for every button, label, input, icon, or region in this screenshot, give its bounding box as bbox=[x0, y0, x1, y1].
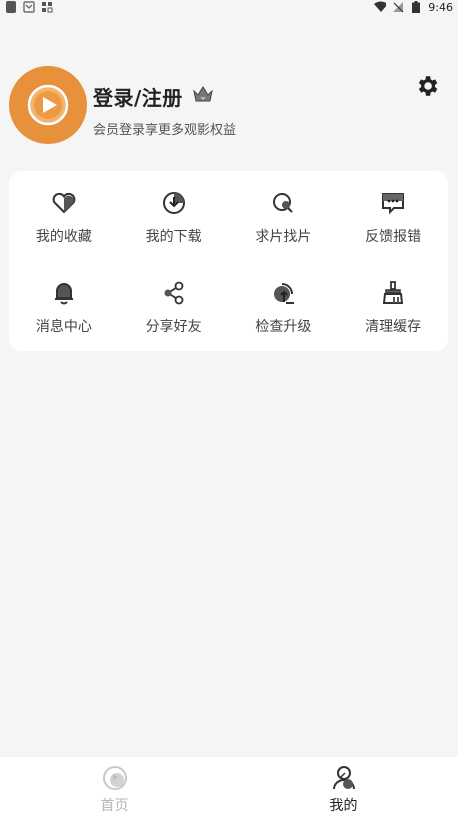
battery-icon bbox=[410, 1, 422, 13]
menu-item-label: 分享好友 bbox=[145, 319, 202, 335]
menu-item-label: 求片找片 bbox=[255, 229, 312, 245]
broom-icon bbox=[379, 279, 407, 307]
nav-mine[interactable]: 我的 bbox=[229, 757, 458, 820]
status-time: 9:46 bbox=[428, 0, 453, 14]
status-right: 9:46 bbox=[374, 1, 453, 14]
download-icon bbox=[160, 189, 188, 217]
search-movie-icon bbox=[269, 189, 297, 217]
menu-item-label: 检查升级 bbox=[255, 319, 312, 335]
menu-item-share[interactable]: 分享好友 bbox=[119, 261, 229, 351]
no-signal-icon bbox=[392, 1, 404, 13]
profile-header: 登录/注册 会员登录享更多观影权益 bbox=[9, 66, 449, 146]
status-bar: 9:46 bbox=[0, 0, 458, 14]
share-icon bbox=[160, 279, 188, 307]
login-subtitle: 会员登录享更多观影权益 bbox=[93, 123, 237, 138]
menu-item-upgrade[interactable]: 检查升级 bbox=[229, 261, 339, 351]
crown-icon bbox=[192, 83, 214, 105]
menu-item-label: 反馈报错 bbox=[365, 229, 422, 245]
home-icon bbox=[102, 765, 128, 791]
avatar[interactable] bbox=[9, 66, 87, 144]
menu-item-feedback[interactable]: 反馈报错 bbox=[338, 171, 448, 261]
menu-item-label: 我的下载 bbox=[145, 229, 202, 245]
nav-mine-label: 我的 bbox=[329, 798, 358, 814]
menu-item-favorites[interactable]: 我的收藏 bbox=[9, 171, 119, 261]
nav-home-label: 首页 bbox=[100, 798, 129, 814]
message-icon bbox=[23, 1, 35, 13]
settings-gear-icon[interactable] bbox=[414, 73, 440, 99]
menu-item-label: 清理缓存 bbox=[365, 319, 422, 335]
menu-item-messages[interactable]: 消息中心 bbox=[9, 261, 119, 351]
feedback-icon bbox=[379, 189, 407, 217]
menu-card: 我的收藏 我的下载 求片找片 反馈报错 消息中心 分享好友 检查升级 清理缓存 bbox=[9, 171, 448, 351]
wifi-icon bbox=[374, 1, 387, 13]
bottom-nav: 首页 我的 bbox=[0, 757, 458, 820]
bell-icon bbox=[50, 279, 78, 307]
grid-icon bbox=[41, 1, 53, 13]
nav-home[interactable]: 首页 bbox=[0, 757, 229, 820]
upgrade-icon bbox=[269, 279, 297, 307]
menu-item-downloads[interactable]: 我的下载 bbox=[119, 171, 229, 261]
status-left bbox=[5, 1, 53, 13]
user-icon bbox=[331, 765, 357, 791]
heart-icon bbox=[50, 189, 78, 217]
menu-item-label: 消息中心 bbox=[35, 319, 92, 335]
menu-item-label: 我的收藏 bbox=[35, 229, 92, 245]
play-icon bbox=[27, 84, 69, 126]
app-square-icon bbox=[5, 1, 17, 13]
login-register-link[interactable]: 登录/注册 bbox=[93, 82, 183, 111]
menu-item-request-movie[interactable]: 求片找片 bbox=[229, 171, 339, 261]
menu-item-clear-cache[interactable]: 清理缓存 bbox=[338, 261, 448, 351]
